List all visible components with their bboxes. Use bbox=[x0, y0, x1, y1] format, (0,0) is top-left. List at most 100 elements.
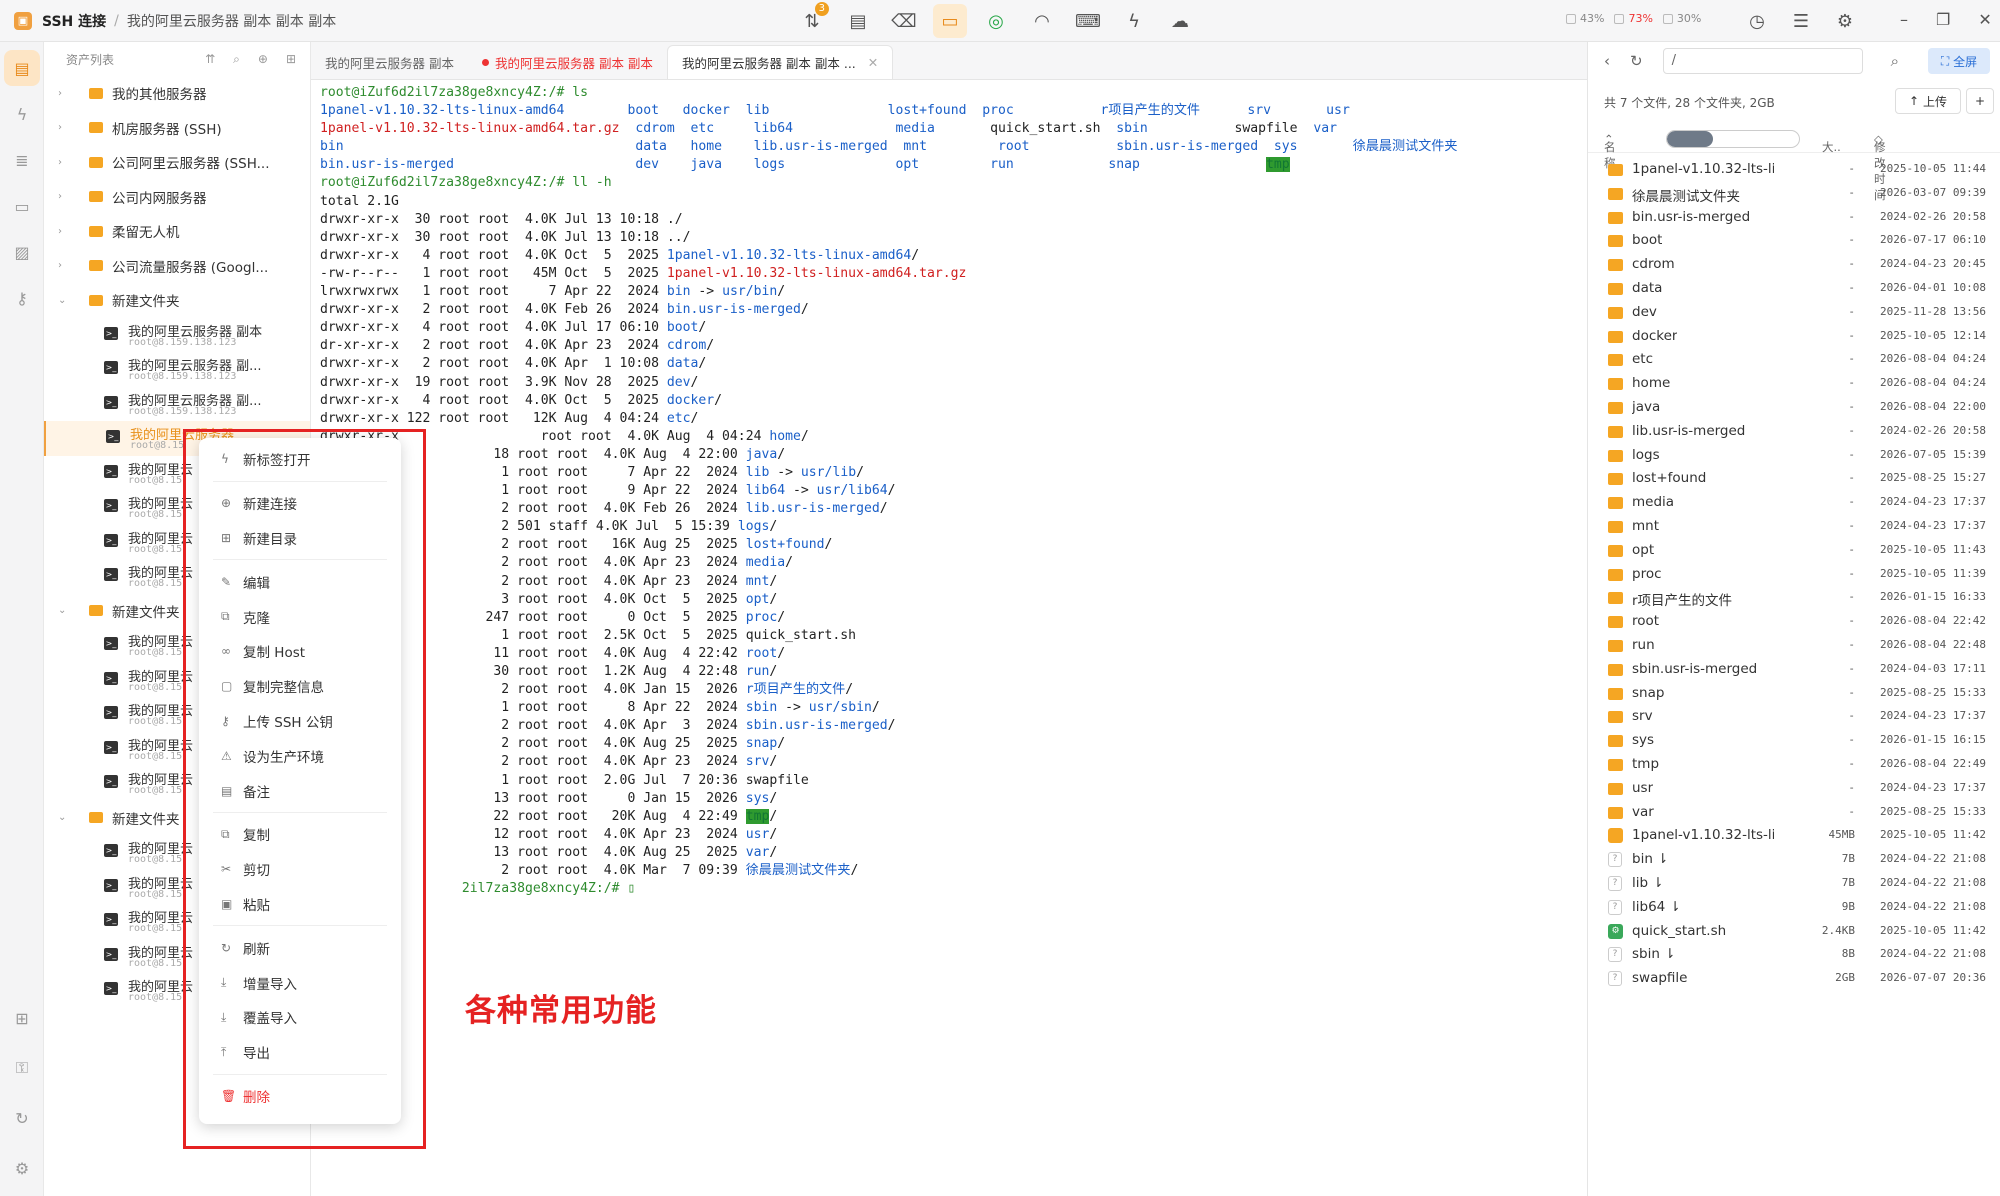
add-file-button[interactable]: + bbox=[1966, 88, 1994, 114]
upload-cloud-button[interactable]: ☁ bbox=[1163, 4, 1197, 38]
file-row[interactable]: docker - 2025-10-05 12:14 bbox=[1588, 325, 2000, 349]
tree-folder[interactable]: › 机房服务器 (SSH) bbox=[44, 111, 310, 146]
file-row[interactable]: ? lib64 ⇂ 9B 2024-04-22 21:08 bbox=[1588, 896, 2000, 920]
file-row[interactable]: proc - 2025-10-05 11:39 bbox=[1588, 563, 2000, 587]
file-row[interactable]: ? bin ⇂ 7B 2024-04-22 21:08 bbox=[1588, 848, 2000, 872]
server-item[interactable]: >_ 我的阿里云服务器 副... root@8.159.138.123 bbox=[44, 352, 310, 387]
session-tab[interactable]: 我的阿里云服务器 副本 bbox=[311, 45, 468, 79]
nav-database[interactable]: ≣ bbox=[4, 142, 40, 178]
file-row[interactable]: boot - 2026-07-17 06:10 bbox=[1588, 229, 2000, 253]
file-row[interactable]: usr - 2024-04-23 17:37 bbox=[1588, 777, 2000, 801]
tree-folder[interactable]: › 公司流量服务器 (Googl... bbox=[44, 249, 310, 284]
terminal-text: / bbox=[777, 645, 786, 661]
file-row[interactable]: ? swapfile 2GB 2026-07-07 20:36 bbox=[1588, 967, 2000, 991]
nav-keys[interactable]: ⚷ bbox=[4, 280, 40, 316]
upload-button[interactable]: ↑ 上传 bbox=[1895, 88, 1961, 114]
search-icon[interactable]: ⌕ bbox=[233, 52, 240, 67]
file-row[interactable]: etc - 2026-08-04 04:24 bbox=[1588, 348, 2000, 372]
file-row[interactable]: 1panel-v1.10.32-lts-linux-an 45MB 2025-10-… bbox=[1588, 824, 2000, 848]
add-folder-icon[interactable]: ⊞ bbox=[286, 52, 296, 67]
nav-apps[interactable]: ⊞ bbox=[4, 1000, 40, 1036]
file-row[interactable]: cdrom - 2024-04-23 20:45 bbox=[1588, 253, 2000, 277]
col-name[interactable]: 名称 ⌃ bbox=[1604, 132, 1616, 170]
file-row[interactable]: java - 2026-08-04 22:00 bbox=[1588, 396, 2000, 420]
file-row[interactable]: sys - 2026-01-15 16:15 bbox=[1588, 729, 2000, 753]
close-icon[interactable]: ✕ bbox=[1978, 10, 1991, 29]
file-row[interactable]: 徐晨晨测试文件夹 - 2026-03-07 09:39 bbox=[1588, 182, 2000, 206]
nav-servers[interactable]: ▤ bbox=[4, 50, 40, 86]
collapse-icon[interactable]: ⇈ bbox=[205, 52, 215, 67]
chevron-right-icon: › bbox=[58, 260, 62, 272]
tree-folder[interactable]: › 我的其他服务器 bbox=[44, 76, 310, 111]
add-connection-icon[interactable]: ⊕ bbox=[258, 52, 268, 67]
monitor-button[interactable]: ◎ bbox=[979, 4, 1013, 38]
file-row[interactable]: bin.usr-is-merged - 2024-02-26 20:58 bbox=[1588, 206, 2000, 230]
fullscreen-button[interactable]: ⛶ 全屏 bbox=[1928, 48, 1990, 74]
refresh-icon[interactable]: ↻ bbox=[1630, 52, 1643, 70]
nav-image[interactable]: ▨ bbox=[4, 234, 40, 270]
terminal-text: / bbox=[769, 790, 778, 806]
tree-folder[interactable]: › 公司内网服务器 bbox=[44, 180, 310, 215]
image-icon: ▨ bbox=[14, 242, 30, 262]
file-row[interactable]: var - 2025-08-25 15:33 bbox=[1588, 801, 2000, 825]
file-row[interactable]: opt - 2025-10-05 11:43 bbox=[1588, 539, 2000, 563]
terminal-button[interactable]: ⌨ bbox=[1071, 4, 1105, 38]
file-row[interactable]: run - 2026-08-04 22:48 bbox=[1588, 634, 2000, 658]
file-row[interactable]: media - 2024-04-23 17:37 bbox=[1588, 491, 2000, 515]
file-row[interactable]: ? sbin ⇂ 8B 2024-04-22 21:08 bbox=[1588, 943, 2000, 967]
close-icon[interactable]: ✕ bbox=[868, 55, 878, 70]
file-row[interactable]: data - 2026-04-01 10:08 bbox=[1588, 277, 2000, 301]
file-row[interactable]: mnt - 2024-04-23 17:37 bbox=[1588, 515, 2000, 539]
file-name: lib ⇂ bbox=[1632, 874, 1664, 891]
terminal-icon: >_ bbox=[104, 982, 118, 995]
session-tab[interactable]: 我的阿里云服务器 副本 副本 bbox=[468, 45, 667, 79]
terminal-text: java bbox=[690, 157, 754, 173]
file-row[interactable]: r项目产生的文件 - 2026-01-15 16:33 bbox=[1588, 586, 2000, 610]
file-row[interactable]: srv - 2024-04-23 17:37 bbox=[1588, 705, 2000, 729]
speed-button[interactable]: ◠ bbox=[1025, 4, 1059, 38]
nav-lock[interactable]: ⚿ bbox=[4, 1050, 40, 1086]
settings-button[interactable]: ⚙ bbox=[1828, 4, 1862, 38]
nav-settings[interactable]: ⚙ bbox=[4, 1150, 40, 1186]
file-row[interactable]: sbin.usr-is-merged - 2024-04-03 17:11 bbox=[1588, 658, 2000, 682]
back-icon[interactable]: ‹ bbox=[1604, 52, 1610, 70]
col-time[interactable]: 修改时间 ◇ bbox=[1874, 132, 1886, 202]
search-icon[interactable]: ⌕ bbox=[1891, 52, 1899, 70]
file-icon: ? bbox=[1608, 875, 1622, 891]
history-button[interactable]: ◷ bbox=[1740, 4, 1774, 38]
terminal-text: / bbox=[769, 826, 778, 842]
restore-icon[interactable]: ❐ bbox=[1936, 10, 1950, 29]
tree-folder[interactable]: › 公司阿里云服务器 (SSH... bbox=[44, 145, 310, 180]
folder-button[interactable]: ▭ bbox=[933, 4, 967, 38]
file-row[interactable]: 1panel-v1.10.32-lts-linux-am - 2025-10-05 … bbox=[1588, 158, 2000, 182]
column-resize-bar[interactable] bbox=[1666, 130, 1800, 148]
tree-folder-open[interactable]: ⌄ 新建文件夹 bbox=[44, 283, 310, 318]
file-row[interactable]: logs - 2026-07-05 15:39 bbox=[1588, 444, 2000, 468]
path-input[interactable]: / bbox=[1662, 48, 1863, 74]
file-row[interactable]: snap - 2025-08-25 15:33 bbox=[1588, 682, 2000, 706]
file-row[interactable]: tmp - 2026-08-04 22:49 bbox=[1588, 753, 2000, 777]
file-row[interactable]: home - 2026-08-04 04:24 bbox=[1588, 372, 2000, 396]
flash-button[interactable]: ϟ bbox=[1117, 4, 1151, 38]
folder-icon bbox=[1608, 806, 1623, 819]
session-tab[interactable]: 我的阿里云服务器 副本 副本 ... ✕ bbox=[666, 45, 894, 79]
file-row[interactable]: lib.usr-is-merged - 2024-02-26 20:58 bbox=[1588, 420, 2000, 444]
eraser-button[interactable]: ⌫ bbox=[887, 4, 921, 38]
server-item[interactable]: >_ 我的阿里云服务器 副... root@8.159.138.123 bbox=[44, 387, 310, 422]
file-row[interactable]: ? lib ⇂ 7B 2024-04-22 21:08 bbox=[1588, 872, 2000, 896]
file-row[interactable]: root - 2026-08-04 22:42 bbox=[1588, 610, 2000, 634]
nav-video[interactable]: ▭ bbox=[4, 188, 40, 224]
nav-sync[interactable]: ↻ bbox=[4, 1100, 40, 1136]
terminal-text: / bbox=[879, 501, 888, 517]
file-row[interactable]: dev - 2025-11-28 13:56 bbox=[1588, 301, 2000, 325]
file-row[interactable]: ⚙ quick_start.sh 2.4KB 2025-10-05 11:42 bbox=[1588, 920, 2000, 944]
server-item[interactable]: >_ 我的阿里云服务器 副本 root@8.159.138.123 bbox=[44, 318, 310, 353]
minimize-icon[interactable]: – bbox=[1900, 10, 1908, 29]
notes-button[interactable]: ▤ bbox=[841, 4, 875, 38]
layout-button[interactable]: ☰ bbox=[1784, 4, 1818, 38]
transfer-button[interactable]: ⇅ 3 bbox=[795, 2, 829, 38]
file-mtime: 2025-10-05 12:14 bbox=[1880, 328, 1986, 342]
nav-quick[interactable]: ϟ bbox=[4, 96, 40, 132]
tree-folder[interactable]: › 柔留无人机 bbox=[44, 214, 310, 249]
file-row[interactable]: lost+found - 2025-08-25 15:27 bbox=[1588, 467, 2000, 491]
